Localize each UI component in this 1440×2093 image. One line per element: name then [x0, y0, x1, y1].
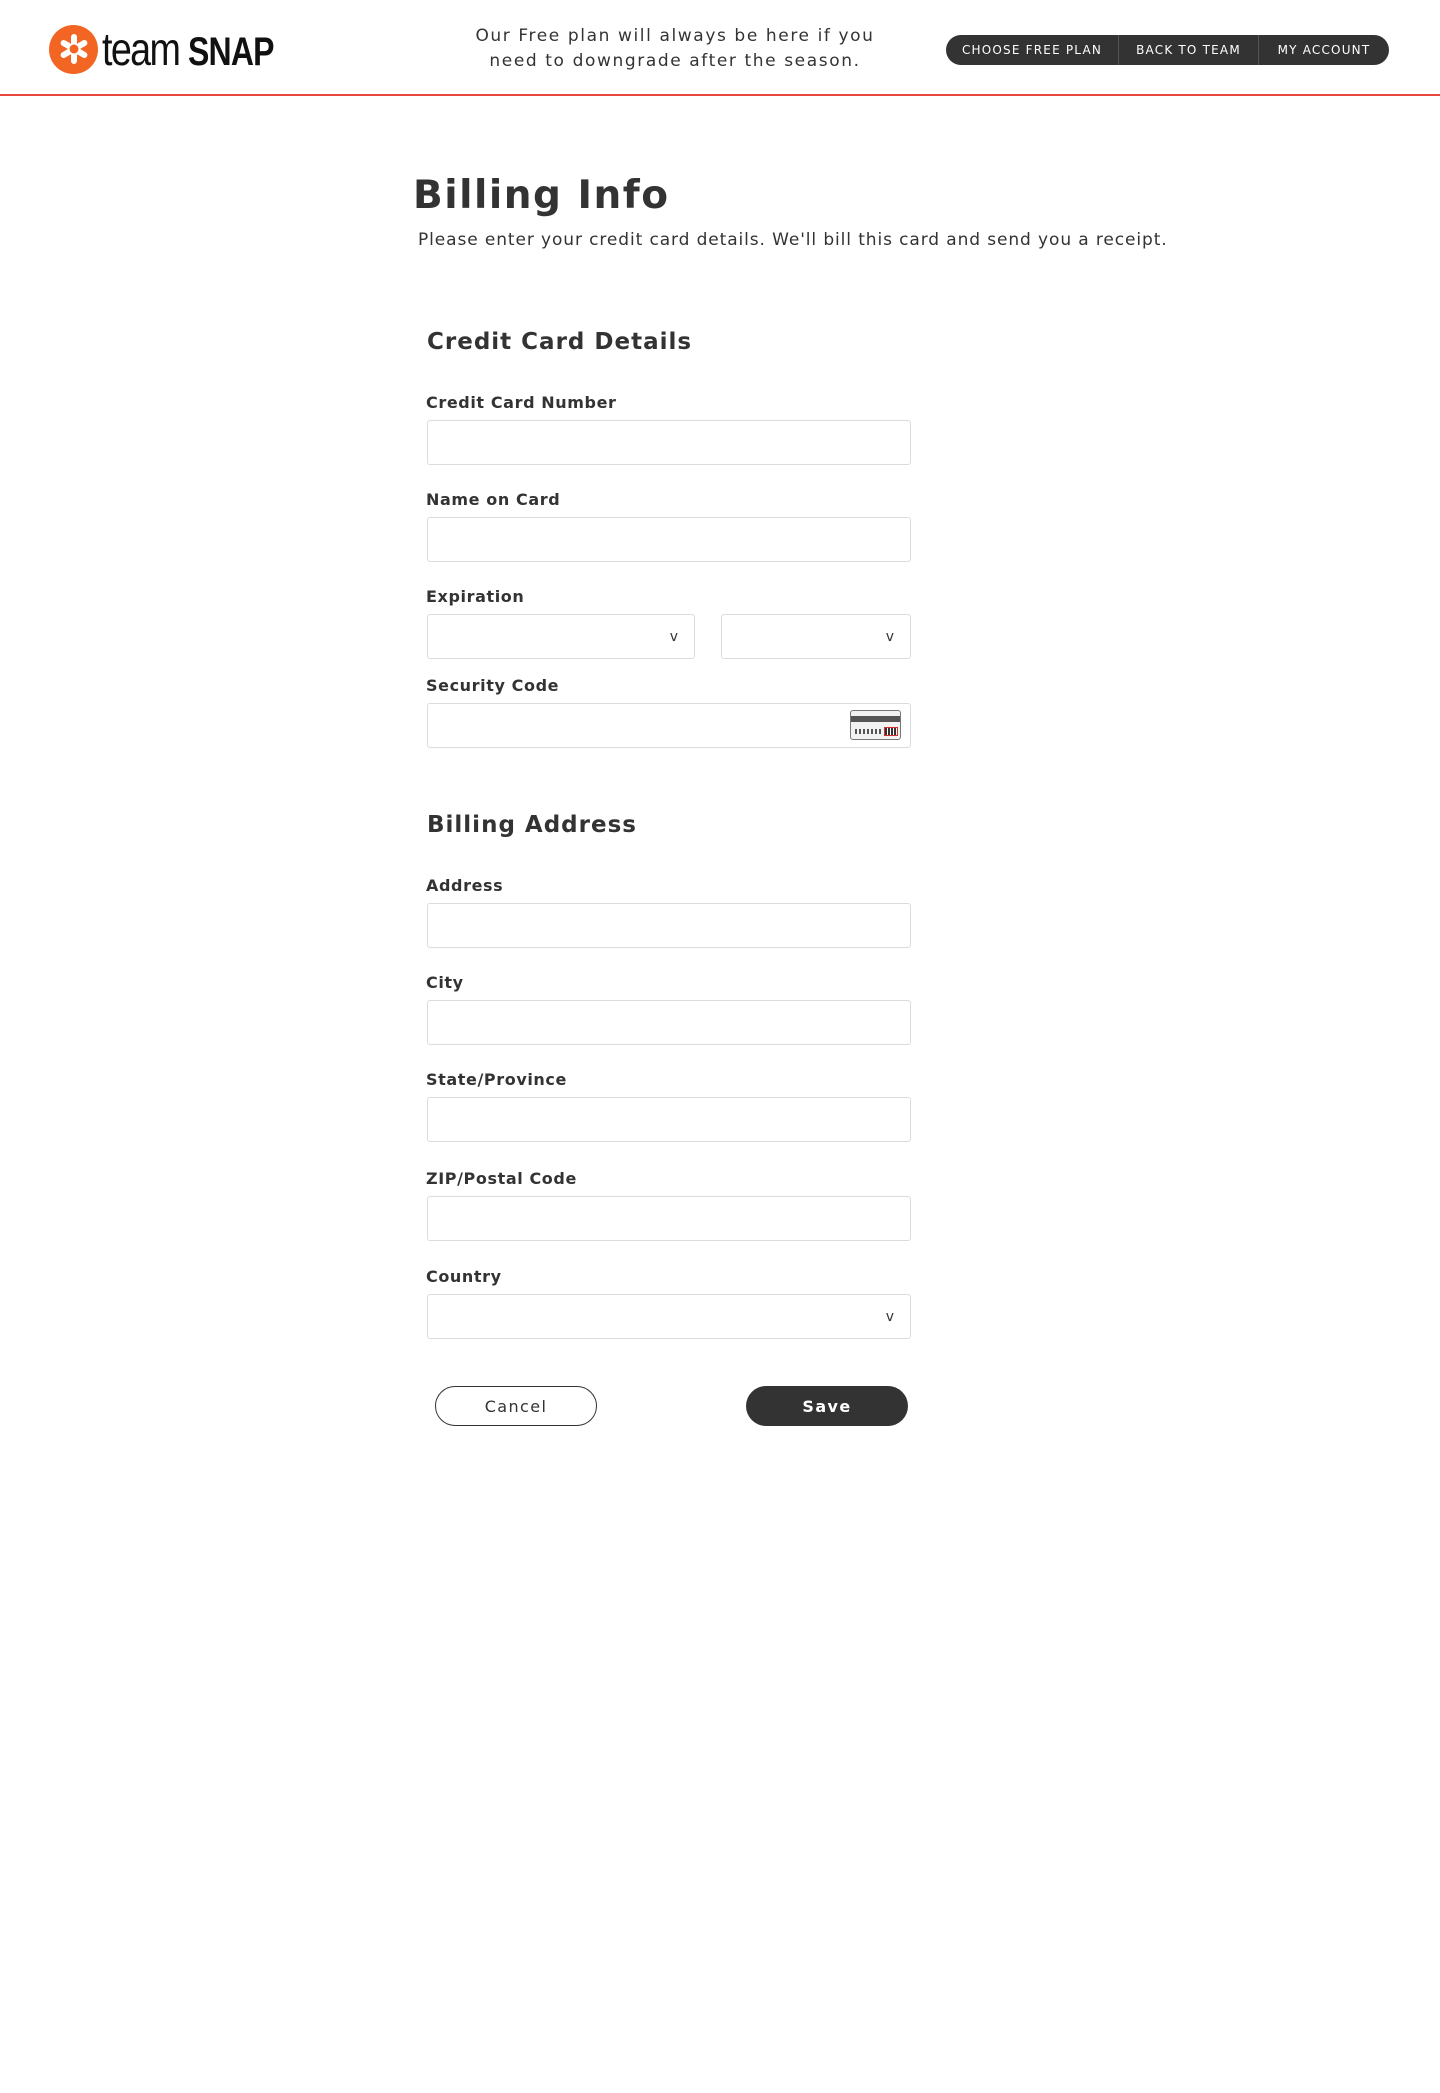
cvv-signature-line — [855, 729, 883, 734]
save-button[interactable]: Save — [746, 1386, 908, 1426]
credit-card-section-title: Credit Card Details — [427, 329, 693, 355]
my-account-button[interactable]: MY ACCOUNT — [1258, 35, 1389, 65]
logo-wordmark: team SNAP — [102, 26, 295, 72]
expiration-month-select[interactable]: v — [427, 614, 695, 659]
teamsnap-logo[interactable]: team SNAP — [49, 23, 295, 75]
logo-word-team: team — [102, 23, 181, 75]
billing-address-section-title: Billing Address — [427, 812, 637, 838]
country-select[interactable]: v — [427, 1294, 911, 1339]
chevron-down-icon: v — [669, 629, 678, 645]
top-header: team SNAP Our Free plan will always be h… — [0, 0, 1440, 96]
logo-word-snap: SNAP — [188, 30, 275, 74]
name-on-card-input[interactable] — [427, 517, 911, 562]
city-label: City — [426, 973, 464, 992]
address-label: Address — [426, 876, 504, 895]
card-number-input[interactable] — [427, 420, 911, 465]
cvv-card-icon — [850, 710, 901, 740]
city-input[interactable] — [427, 1000, 911, 1045]
chevron-down-icon: v — [885, 1309, 894, 1325]
state-label: State/Province — [426, 1070, 567, 1089]
security-code-label: Security Code — [426, 676, 560, 695]
page-title: Billing Info — [413, 173, 670, 218]
security-code-input[interactable] — [427, 703, 911, 748]
header-nav: CHOOSE FREE PLAN BACK TO TEAM MY ACCOUNT — [946, 35, 1389, 65]
expiration-label: Expiration — [426, 587, 525, 606]
card-number-label: Credit Card Number — [426, 393, 617, 412]
security-code-field — [427, 703, 911, 748]
chevron-down-icon: v — [885, 629, 894, 645]
cvv-magnetic-stripe — [851, 716, 900, 722]
choose-free-plan-button[interactable]: CHOOSE FREE PLAN — [946, 35, 1118, 65]
asterisk-logo-icon — [49, 24, 98, 74]
state-input[interactable] — [427, 1097, 911, 1142]
country-label: Country — [426, 1267, 502, 1286]
back-to-team-button[interactable]: BACK TO TEAM — [1118, 35, 1258, 65]
cvv-code-box — [884, 727, 898, 736]
name-on-card-label: Name on Card — [426, 490, 561, 509]
page-subtitle: Please enter your credit card details. W… — [418, 230, 1168, 250]
cancel-button[interactable]: Cancel — [435, 1386, 597, 1426]
expiration-year-select[interactable]: v — [721, 614, 911, 659]
zip-label: ZIP/Postal Code — [426, 1169, 577, 1188]
address-input[interactable] — [427, 903, 911, 948]
free-plan-note: Our Free plan will always be here if you… — [475, 26, 875, 71]
zip-input[interactable] — [427, 1196, 911, 1241]
